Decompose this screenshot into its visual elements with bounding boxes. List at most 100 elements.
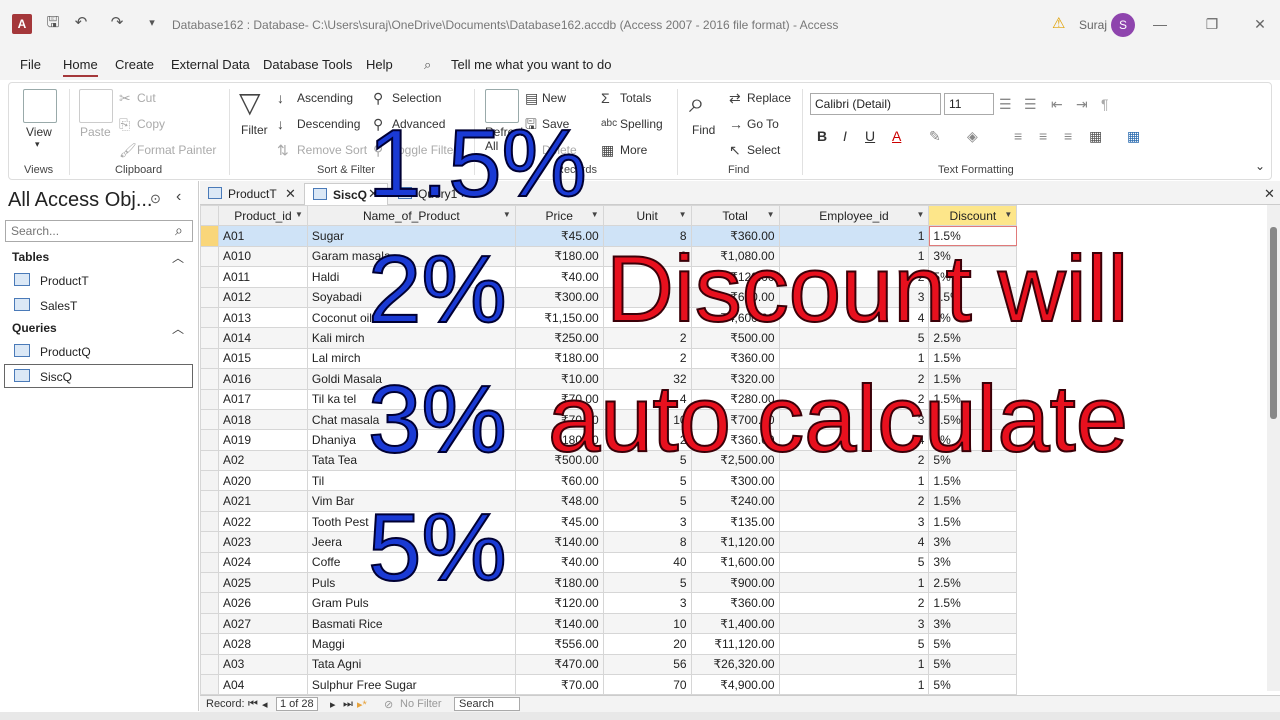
table-cell[interactable]: Chat masala (306, 408, 516, 431)
record-selector[interactable] (200, 612, 219, 635)
user-name[interactable]: Suraj (1079, 18, 1107, 32)
close-tab-icon[interactable]: ✕ (285, 186, 296, 202)
table-cell[interactable]: ₹360.00 (690, 592, 780, 614)
table-cell[interactable]: ₹60.00 (514, 470, 604, 492)
column-dropdown-icon[interactable]: ▼ (767, 210, 775, 219)
record-selector[interactable] (200, 347, 219, 370)
font-name-select[interactable]: Calibri (Detail) (810, 93, 941, 115)
column-header[interactable]: Product_id ▼ (217, 205, 308, 227)
nav-item-salest[interactable]: SalesT (40, 299, 77, 313)
table-cell[interactable]: A012 (217, 286, 308, 308)
column-dropdown-icon[interactable]: ▼ (1004, 210, 1012, 219)
descending-button[interactable]: Descending (297, 117, 360, 131)
table-cell[interactable]: 4 (778, 531, 930, 553)
delete-record-icon[interactable]: ✕ (525, 142, 537, 158)
table-cell[interactable]: 8 (602, 225, 692, 247)
ascending-icon[interactable]: ↓ (277, 90, 284, 106)
table-cell[interactable]: 1 (778, 225, 930, 247)
table-cell[interactable]: ₹40.00 (514, 551, 604, 574)
table-cell[interactable]: 10 (602, 612, 692, 635)
align-center-icon[interactable]: ≡ (1039, 128, 1047, 144)
nav-title[interactable]: All Access Obj... (8, 189, 153, 212)
table-cell[interactable]: 5% (928, 633, 1018, 655)
table-cell[interactable]: 5% (928, 653, 1018, 675)
record-search-input[interactable]: Search (454, 697, 520, 711)
table-cell[interactable]: ₹140.00 (514, 531, 604, 553)
avatar[interactable]: S (1111, 13, 1135, 37)
record-selector[interactable] (200, 286, 219, 308)
scrollbar-thumb[interactable] (1270, 227, 1277, 419)
table-row[interactable]: A021 Vim Bar ₹48.00 5 ₹240.00 2 1.5% (200, 490, 1267, 512)
table-row[interactable]: A016 Goldi Masala ₹10.00 32 ₹320.00 2 1.5% (200, 368, 1267, 390)
table-row[interactable]: A022 Tooth Pest ₹45.00 3 ₹135.00 3 1.5% (200, 510, 1267, 533)
table-row[interactable]: A023 Jeera ₹140.00 8 ₹1,120.00 4 3% (200, 531, 1267, 553)
table-cell[interactable]: 32 (602, 368, 692, 390)
table-cell[interactable]: ₹470.00 (514, 653, 604, 675)
column-dropdown-icon[interactable]: ▼ (503, 210, 511, 219)
table-cell[interactable]: 1.5% (928, 347, 1018, 370)
table-cell[interactable]: A020 (217, 470, 308, 492)
minimize-icon[interactable]: — (1150, 14, 1170, 34)
record-selector[interactable] (200, 368, 219, 390)
delete-record-button[interactable]: Delete (542, 143, 577, 157)
goto-button[interactable]: Go To (747, 117, 779, 131)
table-cell[interactable]: Dhaniya (306, 429, 516, 451)
table-cell[interactable]: 1 (778, 245, 930, 268)
gridlines-icon[interactable]: ▦ (1089, 128, 1102, 145)
table-cell[interactable]: 1.5% (928, 388, 1018, 410)
menu-database-tools[interactable]: Database Tools (263, 57, 352, 72)
table-cell[interactable]: ₹300.00 (514, 286, 604, 308)
table-cell[interactable]: 2.5% (928, 408, 1018, 431)
collapse-ribbon-icon[interactable]: ⌄ (1255, 159, 1265, 173)
table-cell[interactable]: A015 (217, 347, 308, 370)
table-cell[interactable]: Jeera (306, 531, 516, 553)
table-row[interactable]: A024 Coffe ₹40.00 40 ₹1,600.00 5 3% (200, 551, 1267, 574)
record-selector[interactable] (200, 408, 219, 431)
filter-button[interactable]: Filter (241, 123, 268, 137)
table-cell[interactable]: A024 (217, 551, 308, 574)
table-cell[interactable]: Garam masala (306, 245, 516, 268)
table-row[interactable]: A013 Coconut oil ₹1,150.00 4 ₹4,600.00 4 3% (200, 306, 1267, 329)
table-cell[interactable]: ₹360.00 (690, 429, 780, 451)
record-selector[interactable] (200, 633, 219, 655)
column-header[interactable]: Name_of_Product ▼ (306, 205, 516, 227)
table-cell[interactable]: A017 (217, 388, 308, 410)
totals-button[interactable]: Totals (620, 91, 651, 105)
table-cell[interactable]: Gram Puls (306, 592, 516, 614)
table-cell[interactable]: ₹70.00 (514, 408, 604, 431)
column-dropdown-icon[interactable]: ▼ (916, 210, 924, 219)
view-button[interactable]: View (26, 125, 52, 139)
record-selector[interactable] (200, 551, 219, 574)
table-row[interactable]: A014 Kali mirch ₹250.00 2 ₹500.00 5 2.5% (200, 327, 1267, 349)
table-cell[interactable]: ₹11,120.00 (690, 633, 780, 655)
record-selector[interactable] (200, 673, 219, 695)
table-cell[interactable]: ₹500.00 (514, 449, 604, 472)
save-record-button[interactable]: Save (542, 117, 569, 131)
table-row[interactable]: A012 Soyabadi ₹300.00 2 ₹600.00 3 1.5% (200, 286, 1267, 308)
table-row[interactable]: A011 Haldi ₹40.00 3 ₹120.00 2 5% (200, 266, 1267, 288)
table-cell[interactable]: Sugar (306, 225, 516, 247)
paste-button[interactable]: Paste (80, 125, 111, 139)
table-cell[interactable]: 5 (602, 470, 692, 492)
table-cell[interactable]: 2 (778, 592, 930, 614)
table-cell[interactable]: 5% (928, 673, 1018, 695)
highlight-icon[interactable]: ✎ (929, 128, 941, 145)
collapse-chevron-icon[interactable]: ︿ (172, 320, 184, 337)
table-row[interactable]: A010 Garam masala ₹180.00 6 ₹1,080.00 1 3% (200, 245, 1267, 268)
table-cell[interactable]: 1.5% (928, 510, 1018, 533)
table-cell[interactable]: Lal mirch (306, 347, 516, 370)
table-cell[interactable]: 2 (602, 327, 692, 349)
shutter-bar-close-icon[interactable]: ‹ (176, 188, 181, 206)
table-cell[interactable]: 3 (602, 510, 692, 533)
table-cell[interactable]: 5 (778, 327, 930, 349)
find-icon[interactable]: ⌕ (689, 87, 705, 119)
menu-help[interactable]: Help (366, 57, 393, 72)
no-filter-indicator[interactable]: No Filter (400, 698, 442, 710)
column-dropdown-icon[interactable]: ▼ (295, 210, 303, 219)
new-record-button[interactable]: New (542, 91, 566, 105)
table-cell[interactable]: 3 (602, 592, 692, 614)
table-cell[interactable]: 2 (602, 429, 692, 451)
remove-sort-icon[interactable]: ⇅ (277, 142, 289, 158)
table-cell[interactable]: 4 (602, 306, 692, 329)
table-row[interactable]: A03 Tata Agni ₹470.00 56 ₹26,320.00 1 5% (200, 653, 1267, 675)
